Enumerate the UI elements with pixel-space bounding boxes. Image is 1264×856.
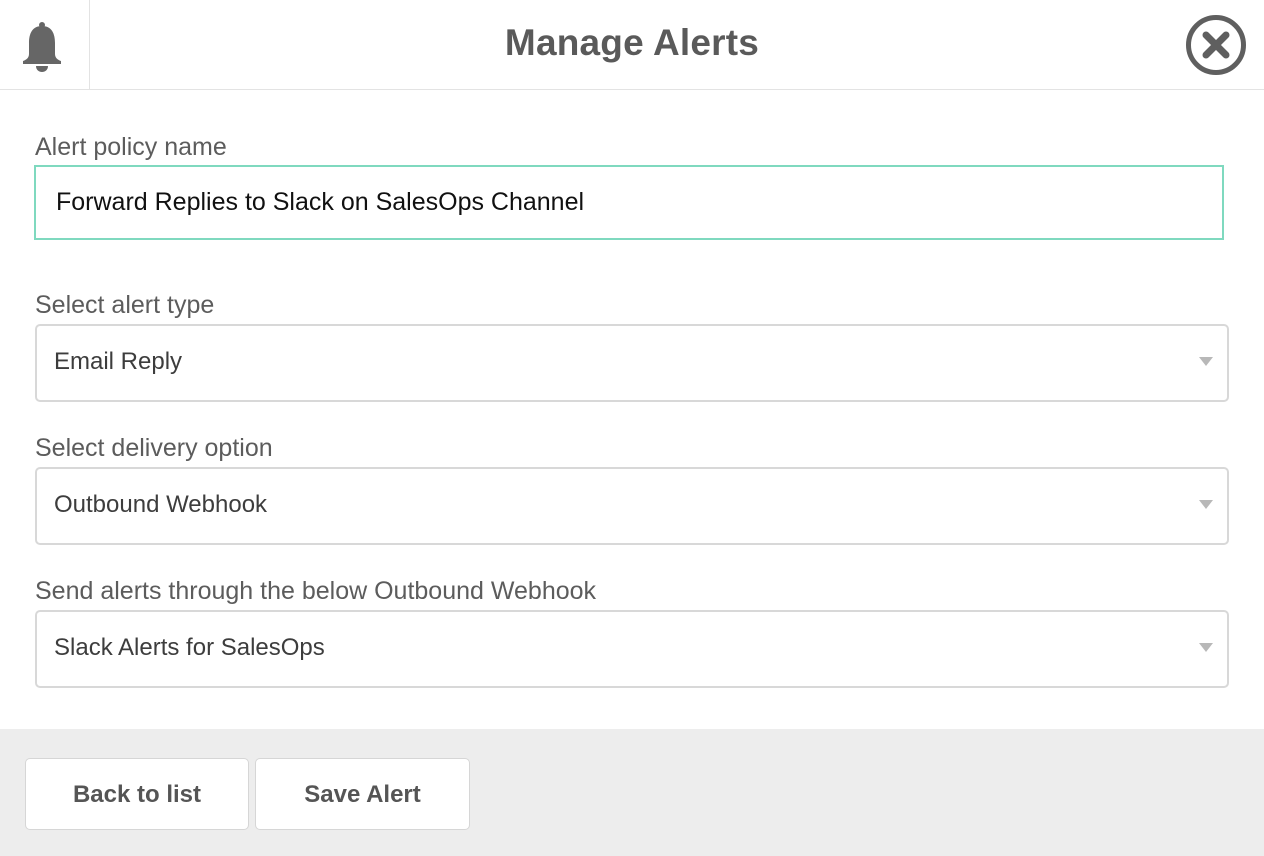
close-circle-icon — [1186, 15, 1246, 75]
chevron-down-icon — [1199, 357, 1213, 366]
delivery-option-select[interactable]: Outbound Webhook — [35, 467, 1229, 545]
page-title: Manage Alerts — [504, 22, 760, 63]
webhook-select[interactable]: Slack Alerts for SalesOps — [35, 610, 1229, 688]
modal-header: Manage Alerts — [0, 0, 1264, 90]
back-to-list-button[interactable]: Back to list — [25, 758, 249, 830]
save-alert-button[interactable]: Save Alert — [255, 758, 470, 830]
alert-type-value: Email Reply — [54, 348, 183, 375]
chevron-down-icon — [1199, 643, 1213, 652]
delivery-option-label: Select delivery option — [35, 434, 273, 462]
modal-footer: Back to list Save Alert — [0, 729, 1264, 856]
close-button[interactable] — [1184, 13, 1248, 77]
policy-name-label: Alert policy name — [35, 133, 227, 161]
chevron-down-icon — [1199, 500, 1213, 509]
alert-type-label: Select alert type — [35, 291, 215, 319]
alert-type-select[interactable]: Email Reply — [35, 324, 1229, 402]
policy-name-input[interactable] — [34, 165, 1224, 240]
manage-alerts-modal: Manage Alerts Alert policy name Select a… — [0, 0, 1264, 856]
webhook-label: Send alerts through the below Outbound W… — [35, 577, 597, 605]
delivery-option-value: Outbound Webhook — [54, 491, 268, 518]
webhook-value: Slack Alerts for SalesOps — [54, 634, 325, 661]
